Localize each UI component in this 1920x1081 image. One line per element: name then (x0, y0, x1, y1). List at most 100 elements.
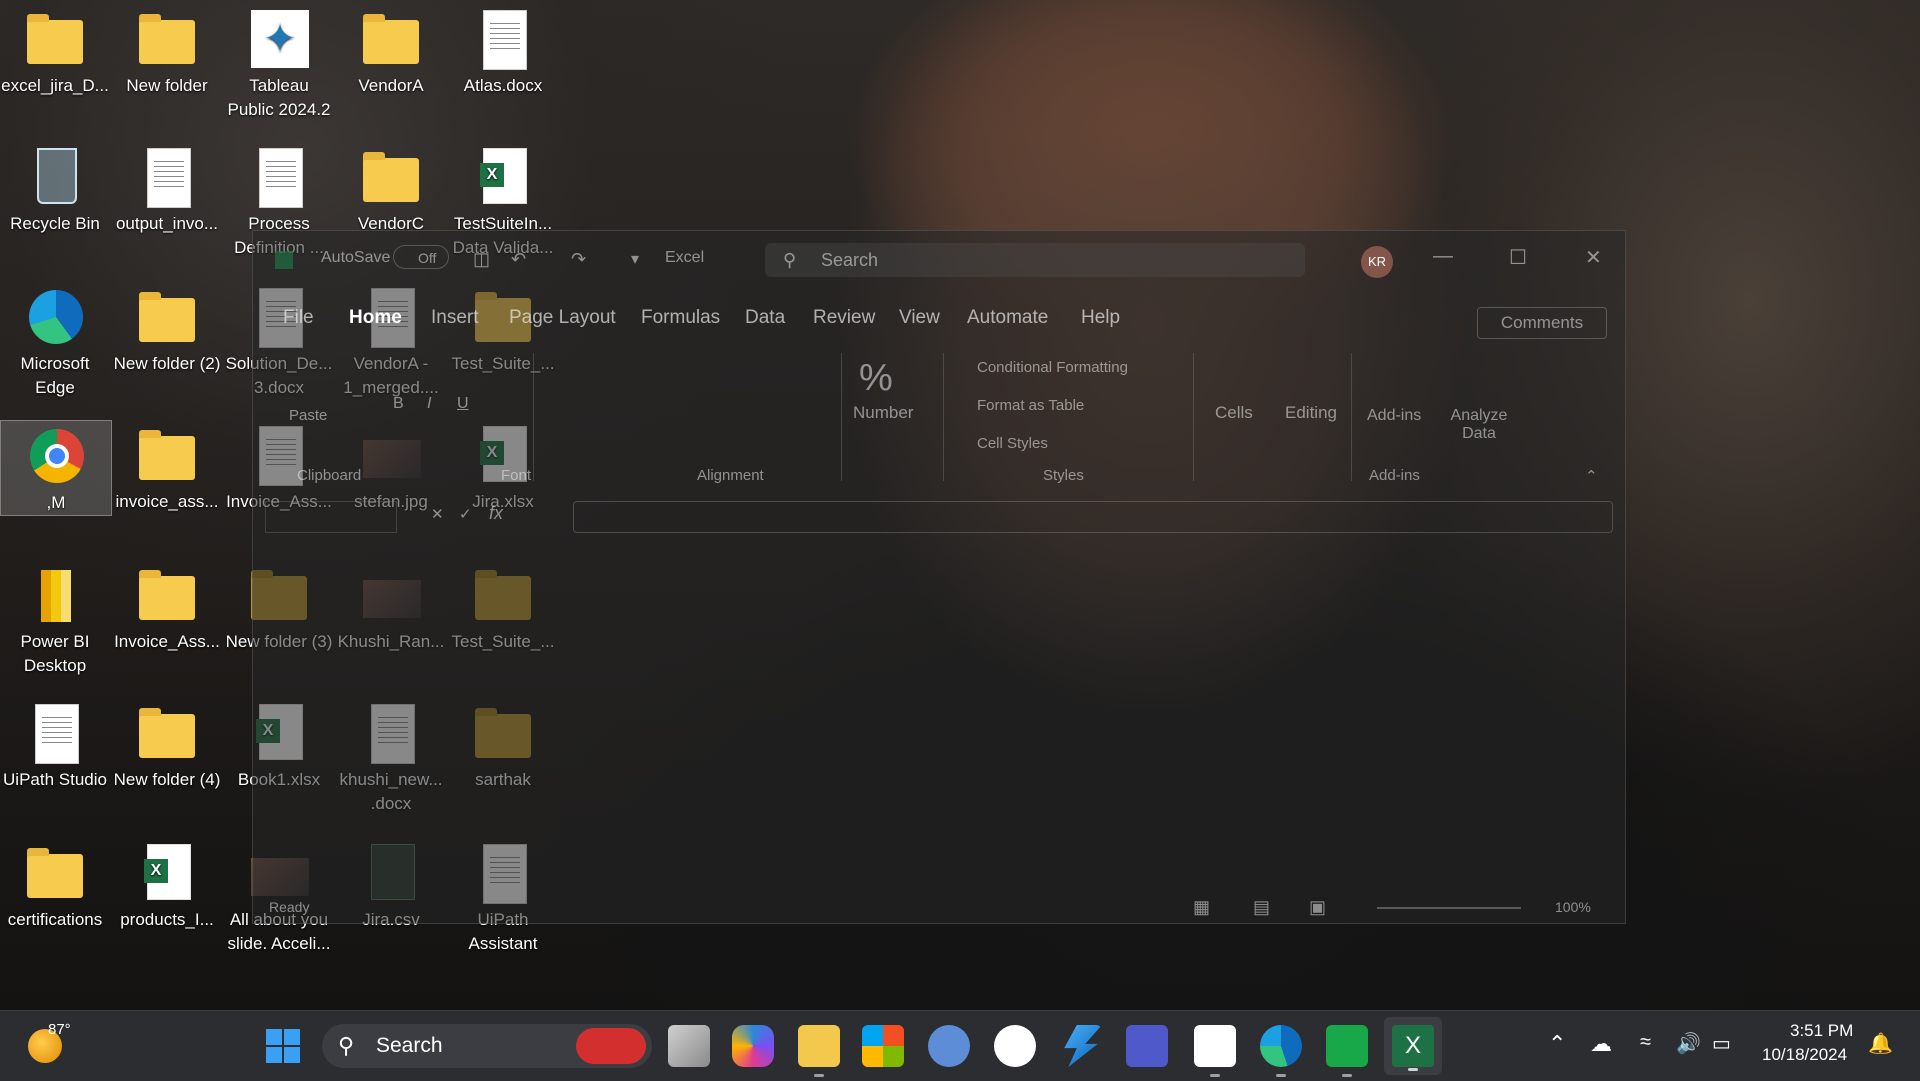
italic-icon[interactable]: I (427, 395, 431, 413)
desktop-icon[interactable]: Atlas.docx (448, 4, 558, 98)
formula-bar[interactable] (573, 501, 1613, 533)
alignment-group-label: Alignment (697, 467, 764, 484)
show-hidden-icons-chevron-icon[interactable]: ⌃ (1548, 1031, 1566, 1057)
desktop-icon[interactable]: New folder (4) (112, 698, 222, 792)
account-avatar[interactable]: KR (1361, 246, 1393, 278)
excel-search-input[interactable]: ⚲ Search (765, 243, 1305, 277)
desktop-icon[interactable]: Xproducts_I... (112, 838, 222, 932)
minimize-icon[interactable]: — (1433, 245, 1453, 268)
tab-automate[interactable]: Automate (967, 307, 1048, 329)
tab-file[interactable]: File (283, 307, 314, 329)
cell-styles-button[interactable]: Cell Styles (977, 435, 1048, 452)
number-format-button[interactable]: Number (853, 403, 913, 423)
tab-view[interactable]: View (899, 307, 940, 329)
addins-button[interactable]: Add-ins (1367, 407, 1421, 425)
page-layout-view-icon[interactable]: ▤ (1253, 897, 1270, 918)
wifi-icon[interactable]: ≈ (1640, 1031, 1651, 1054)
cancel-formula-icon[interactable]: ✕ (431, 505, 444, 523)
clock-time[interactable]: 3:51 PM (1790, 1021, 1853, 1041)
desktop-icon[interactable]: Recycle Bin (0, 142, 110, 236)
edge-taskbar-icon[interactable] (1260, 1025, 1302, 1067)
microsoft-store-icon[interactable] (862, 1025, 904, 1067)
excel-logo-icon (275, 251, 293, 269)
search-highlight-icon[interactable] (576, 1028, 646, 1064)
folder-icon (139, 566, 195, 626)
weather-temperature[interactable]: 87° (48, 1021, 71, 1038)
battery-icon[interactable]: ▭ (1712, 1031, 1731, 1056)
tab-help[interactable]: Help (1081, 307, 1120, 329)
desktop-icon[interactable]: ✦ Tableau Public 2024.2 (224, 4, 334, 122)
desktop-icon[interactable]: VendorA (336, 4, 446, 98)
excel-taskbar-button[interactable]: X (1384, 1017, 1442, 1075)
addins-group-label: Add-ins (1369, 467, 1420, 484)
page-break-view-icon[interactable]: ▣ (1309, 897, 1326, 918)
desktop-icon[interactable]: excel_jira_D... (0, 4, 110, 98)
desktop-icon[interactable]: certifications (0, 838, 110, 932)
collapse-ribbon-icon[interactable]: ⌃ (1585, 467, 1598, 485)
paste-label[interactable]: Paste (289, 407, 327, 424)
editing-button[interactable]: Editing (1285, 403, 1337, 423)
desktop-icon[interactable]: output_invo... (112, 142, 222, 236)
notification-bell-icon[interactable]: 🔔 (1868, 1031, 1893, 1056)
clock-date[interactable]: 10/18/2024 (1762, 1045, 1847, 1065)
tab-page-layout[interactable]: Page Layout (509, 307, 616, 329)
tab-insert[interactable]: Insert (431, 307, 479, 329)
desktop-icon[interactable]: Microsoft Edge (0, 282, 110, 400)
desktop-icon[interactable]: ,M (0, 420, 112, 516)
save-icon[interactable]: ◫ (473, 249, 490, 270)
format-as-table-button[interactable]: Format as Table (977, 397, 1084, 414)
power-automate-icon[interactable] (1064, 1025, 1102, 1067)
running-indicator (1342, 1074, 1352, 1077)
media-player-icon[interactable] (1326, 1025, 1368, 1067)
function-icon[interactable]: fx (489, 503, 503, 524)
volume-icon[interactable]: 🔊 (1676, 1031, 1701, 1056)
desktop-icon[interactable]: VendorC (336, 142, 446, 236)
taskbar-search-input[interactable]: ⚲ Search (322, 1024, 652, 1068)
desktop-icon[interactable]: New folder (2) (112, 282, 222, 376)
wikipedia-icon[interactable] (994, 1025, 1036, 1067)
desktop-icon-label: ,M (46, 493, 66, 512)
underline-icon[interactable]: U (457, 395, 469, 413)
desktop-icon[interactable]: invoice_ass... (112, 420, 222, 514)
teams-icon[interactable] (1126, 1025, 1168, 1067)
desktop-icon[interactable]: Power BI Desktop (0, 560, 110, 678)
file-explorer-icon[interactable] (798, 1025, 840, 1067)
confirm-formula-icon[interactable]: ✓ (459, 505, 472, 523)
start-icon[interactable] (266, 1029, 300, 1063)
comments-button[interactable]: Comments (1477, 307, 1607, 339)
ribbon-separator (1193, 353, 1194, 481)
zoom-slider[interactable] (1377, 907, 1521, 909)
tab-review[interactable]: Review (813, 307, 875, 329)
excel-taskbar-icon: X (1392, 1025, 1434, 1067)
normal-view-icon[interactable]: ▦ (1193, 897, 1210, 918)
desktop-icon-label: Microsoft Edge (20, 354, 90, 397)
document-icon (475, 10, 531, 70)
excel-window[interactable]: AutoSave Off ◫ ↶ ↷ ▾ Excel ⚲ Search KR —… (252, 230, 1626, 924)
document-icon (27, 704, 83, 764)
desktop-icon[interactable]: UiPath Studio (0, 698, 110, 792)
conditional-formatting-button[interactable]: Conditional Formatting (977, 359, 1128, 376)
tab-home[interactable]: Home (349, 307, 402, 329)
desktop-icon[interactable]: Invoice_Ass... (112, 560, 222, 654)
ribbon-separator (533, 353, 534, 481)
copilot-icon[interactable] (732, 1025, 774, 1067)
redo-icon[interactable]: ↷ (571, 249, 586, 270)
autosave-toggle[interactable]: Off (393, 245, 449, 269)
cells-button[interactable]: Cells (1215, 403, 1253, 423)
tab-formulas[interactable]: Formulas (641, 307, 720, 329)
maximize-icon[interactable]: ☐ (1509, 245, 1527, 270)
close-icon[interactable]: ✕ (1585, 245, 1602, 270)
undo-icon[interactable]: ↶ (511, 249, 526, 270)
desktop-icon[interactable]: New folder (112, 4, 222, 98)
name-box[interactable] (265, 501, 397, 533)
folder-icon (139, 704, 195, 764)
analyze-data-button[interactable]: Analyze Data (1449, 407, 1509, 443)
r-app-icon[interactable] (928, 1025, 970, 1067)
notepad-icon[interactable] (1194, 1025, 1236, 1067)
quick-access-chevron-icon[interactable]: ▾ (631, 249, 639, 269)
task-view-icon[interactable] (668, 1025, 710, 1067)
tab-data[interactable]: Data (745, 307, 785, 329)
onedrive-icon[interactable]: ☁ (1590, 1031, 1612, 1057)
bold-icon[interactable]: B (393, 395, 404, 413)
zoom-level[interactable]: 100% (1555, 899, 1591, 915)
